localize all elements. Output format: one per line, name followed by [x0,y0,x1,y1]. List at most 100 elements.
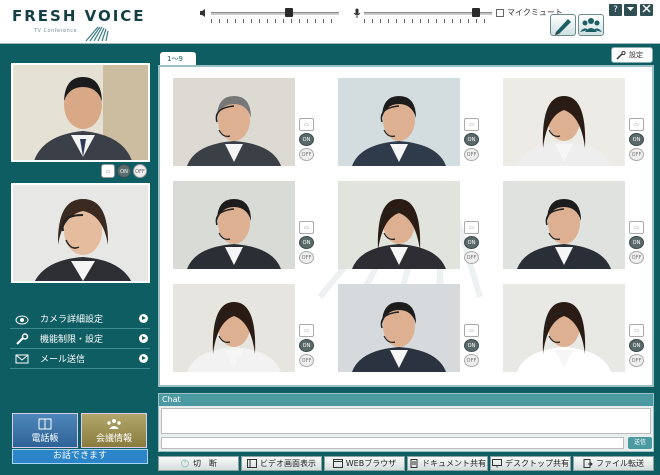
participant-on-button[interactable]: ON [299,236,314,249]
participant-on-button[interactable]: ON [299,133,314,146]
participants-button[interactable] [578,14,604,36]
participant-off-button[interactable]: OFF [464,354,479,367]
camera-on-button[interactable]: ON [117,164,131,178]
monitor-toggle[interactable]: ▭ [299,324,314,337]
chat-send-button[interactable]: 送信 [628,437,652,449]
participant-tile[interactable]: ▭ ON OFF [503,284,652,376]
speaker-icon [200,9,205,17]
participant-video [173,78,295,166]
menu-item-function-settings[interactable]: 機能制限・設定 [10,329,150,349]
participant-on-button[interactable]: ON [464,236,479,249]
participant-tile[interactable]: ▭ ON OFF [173,181,333,273]
person-image [503,78,625,166]
meeting-info-button[interactable]: 会議情報 [81,413,147,448]
call-status: お話できます [12,449,148,464]
chat-input[interactable] [161,437,624,449]
chat-log[interactable] [161,408,651,434]
participant-on-button[interactable]: ON [629,133,644,146]
participant-controls: ▭ ON OFF [299,221,315,266]
person-image [13,65,148,160]
participant-off-button[interactable]: OFF [629,354,644,367]
web-browser-button[interactable]: WEBブラウザ [324,456,405,471]
logo-subtitle: TV Conference [34,28,78,34]
participant-tile[interactable]: ▭ ON OFF [338,78,498,170]
participant-on-button[interactable]: ON [299,339,314,352]
group-icon [107,419,121,429]
chevron-right-icon [139,314,148,323]
participant-on-button[interactable]: ON [629,236,644,249]
participant-off-button[interactable]: OFF [629,251,644,264]
person-image [338,78,460,166]
mic-volume-slider[interactable] [352,7,492,23]
participant-off-button[interactable]: OFF [464,148,479,161]
disconnect-button[interactable]: 切 断 [158,456,239,471]
chevron-down-icon [627,7,634,11]
menu-item-send-mail[interactable]: メール送信 [10,349,150,369]
participant-video [338,181,460,269]
participant-video [173,284,295,372]
participant-tile[interactable]: ▭ ON OFF [173,284,333,376]
monitor-toggle[interactable]: ▭ [464,324,479,337]
phonebook-button[interactable]: 電話帳 [12,413,78,448]
help-button[interactable]: ? [609,4,622,16]
monitor-toggle[interactable]: ▭ [299,118,314,131]
participant-controls: ▭ ON OFF [299,118,315,163]
person-image [173,181,295,269]
remote-video-image [13,185,148,281]
document-icon [410,459,418,468]
file-transfer-button[interactable]: ファイル転送 [573,456,654,471]
tab-participants-1-9[interactable]: 1〜9 [160,52,196,66]
desktop-share-button[interactable]: デスクトップ共有 [490,456,571,471]
participant-video [503,181,625,269]
participant-tile[interactable]: ▭ ON OFF [503,78,652,170]
participant-tile[interactable]: ▭ ON OFF [338,181,498,273]
minimize-button[interactable] [624,4,637,16]
participant-off-button[interactable]: OFF [299,148,314,161]
phonebook-icon [38,418,52,430]
participant-off-button[interactable]: OFF [629,148,644,161]
chevron-right-icon [139,334,148,343]
web-browser-icon [332,459,343,468]
menu-item-camera-settings[interactable]: カメラ詳細設定 [10,309,150,329]
monitor-toggle[interactable]: ▭ [464,118,479,131]
monitor-toggle[interactable]: ▭ [629,221,644,234]
video-screen-icon [247,459,257,468]
mic-volume-knob[interactable] [472,8,480,17]
participant-controls: ▭ ON OFF [629,324,645,369]
settings-button[interactable]: 設定 [611,47,653,63]
participant-tile[interactable]: ▭ ON OFF [173,78,333,170]
participant-on-button[interactable]: ON [464,339,479,352]
participant-tile[interactable]: ▭ ON OFF [338,284,498,376]
close-icon [642,4,651,13]
mic-mute-checkbox[interactable] [496,8,504,17]
participant-on-button[interactable]: ON [464,133,479,146]
participant-controls: ▭ ON OFF [299,324,315,369]
pen-icon [555,19,571,35]
camera-off-button[interactable]: OFF [133,164,147,178]
participant-tile[interactable]: ▭ ON OFF [503,181,652,273]
participant-off-button[interactable]: OFF [464,251,479,264]
wrench-icon [616,51,626,60]
person-image [338,284,460,372]
monitor-toggle[interactable]: ▭ [629,324,644,337]
participant-video [338,284,460,372]
mic-icon [353,8,361,18]
video-screen-button[interactable]: ビデオ画面表示 [241,456,322,471]
participant-on-button[interactable]: ON [629,339,644,352]
monitor-toggle[interactable]: ▭ [464,221,479,234]
menu-item-label: カメラ詳細設定 [40,315,104,325]
pen-tool-button[interactable] [550,14,576,36]
speaker-volume-knob[interactable] [285,8,293,17]
close-button[interactable] [640,4,653,16]
bottom-toolbar: 切 断 ビデオ画面表示 WEBブラウザ ドキュメント共有 デスクトップ共有 ファ… [158,456,654,471]
monitor-toggle[interactable]: ▭ [629,118,644,131]
speaker-volume-slider[interactable] [199,7,339,23]
participant-off-button[interactable]: OFF [299,354,314,367]
document-share-button[interactable]: ドキュメント共有 [407,456,488,471]
phonebook-label: 電話帳 [31,434,59,444]
logo-fan-icon [85,26,109,42]
monitor-toggle[interactable]: ▭ [101,164,115,178]
speaker-volume-ticks [211,19,339,23]
monitor-toggle[interactable]: ▭ [299,221,314,234]
participant-off-button[interactable]: OFF [299,251,314,264]
